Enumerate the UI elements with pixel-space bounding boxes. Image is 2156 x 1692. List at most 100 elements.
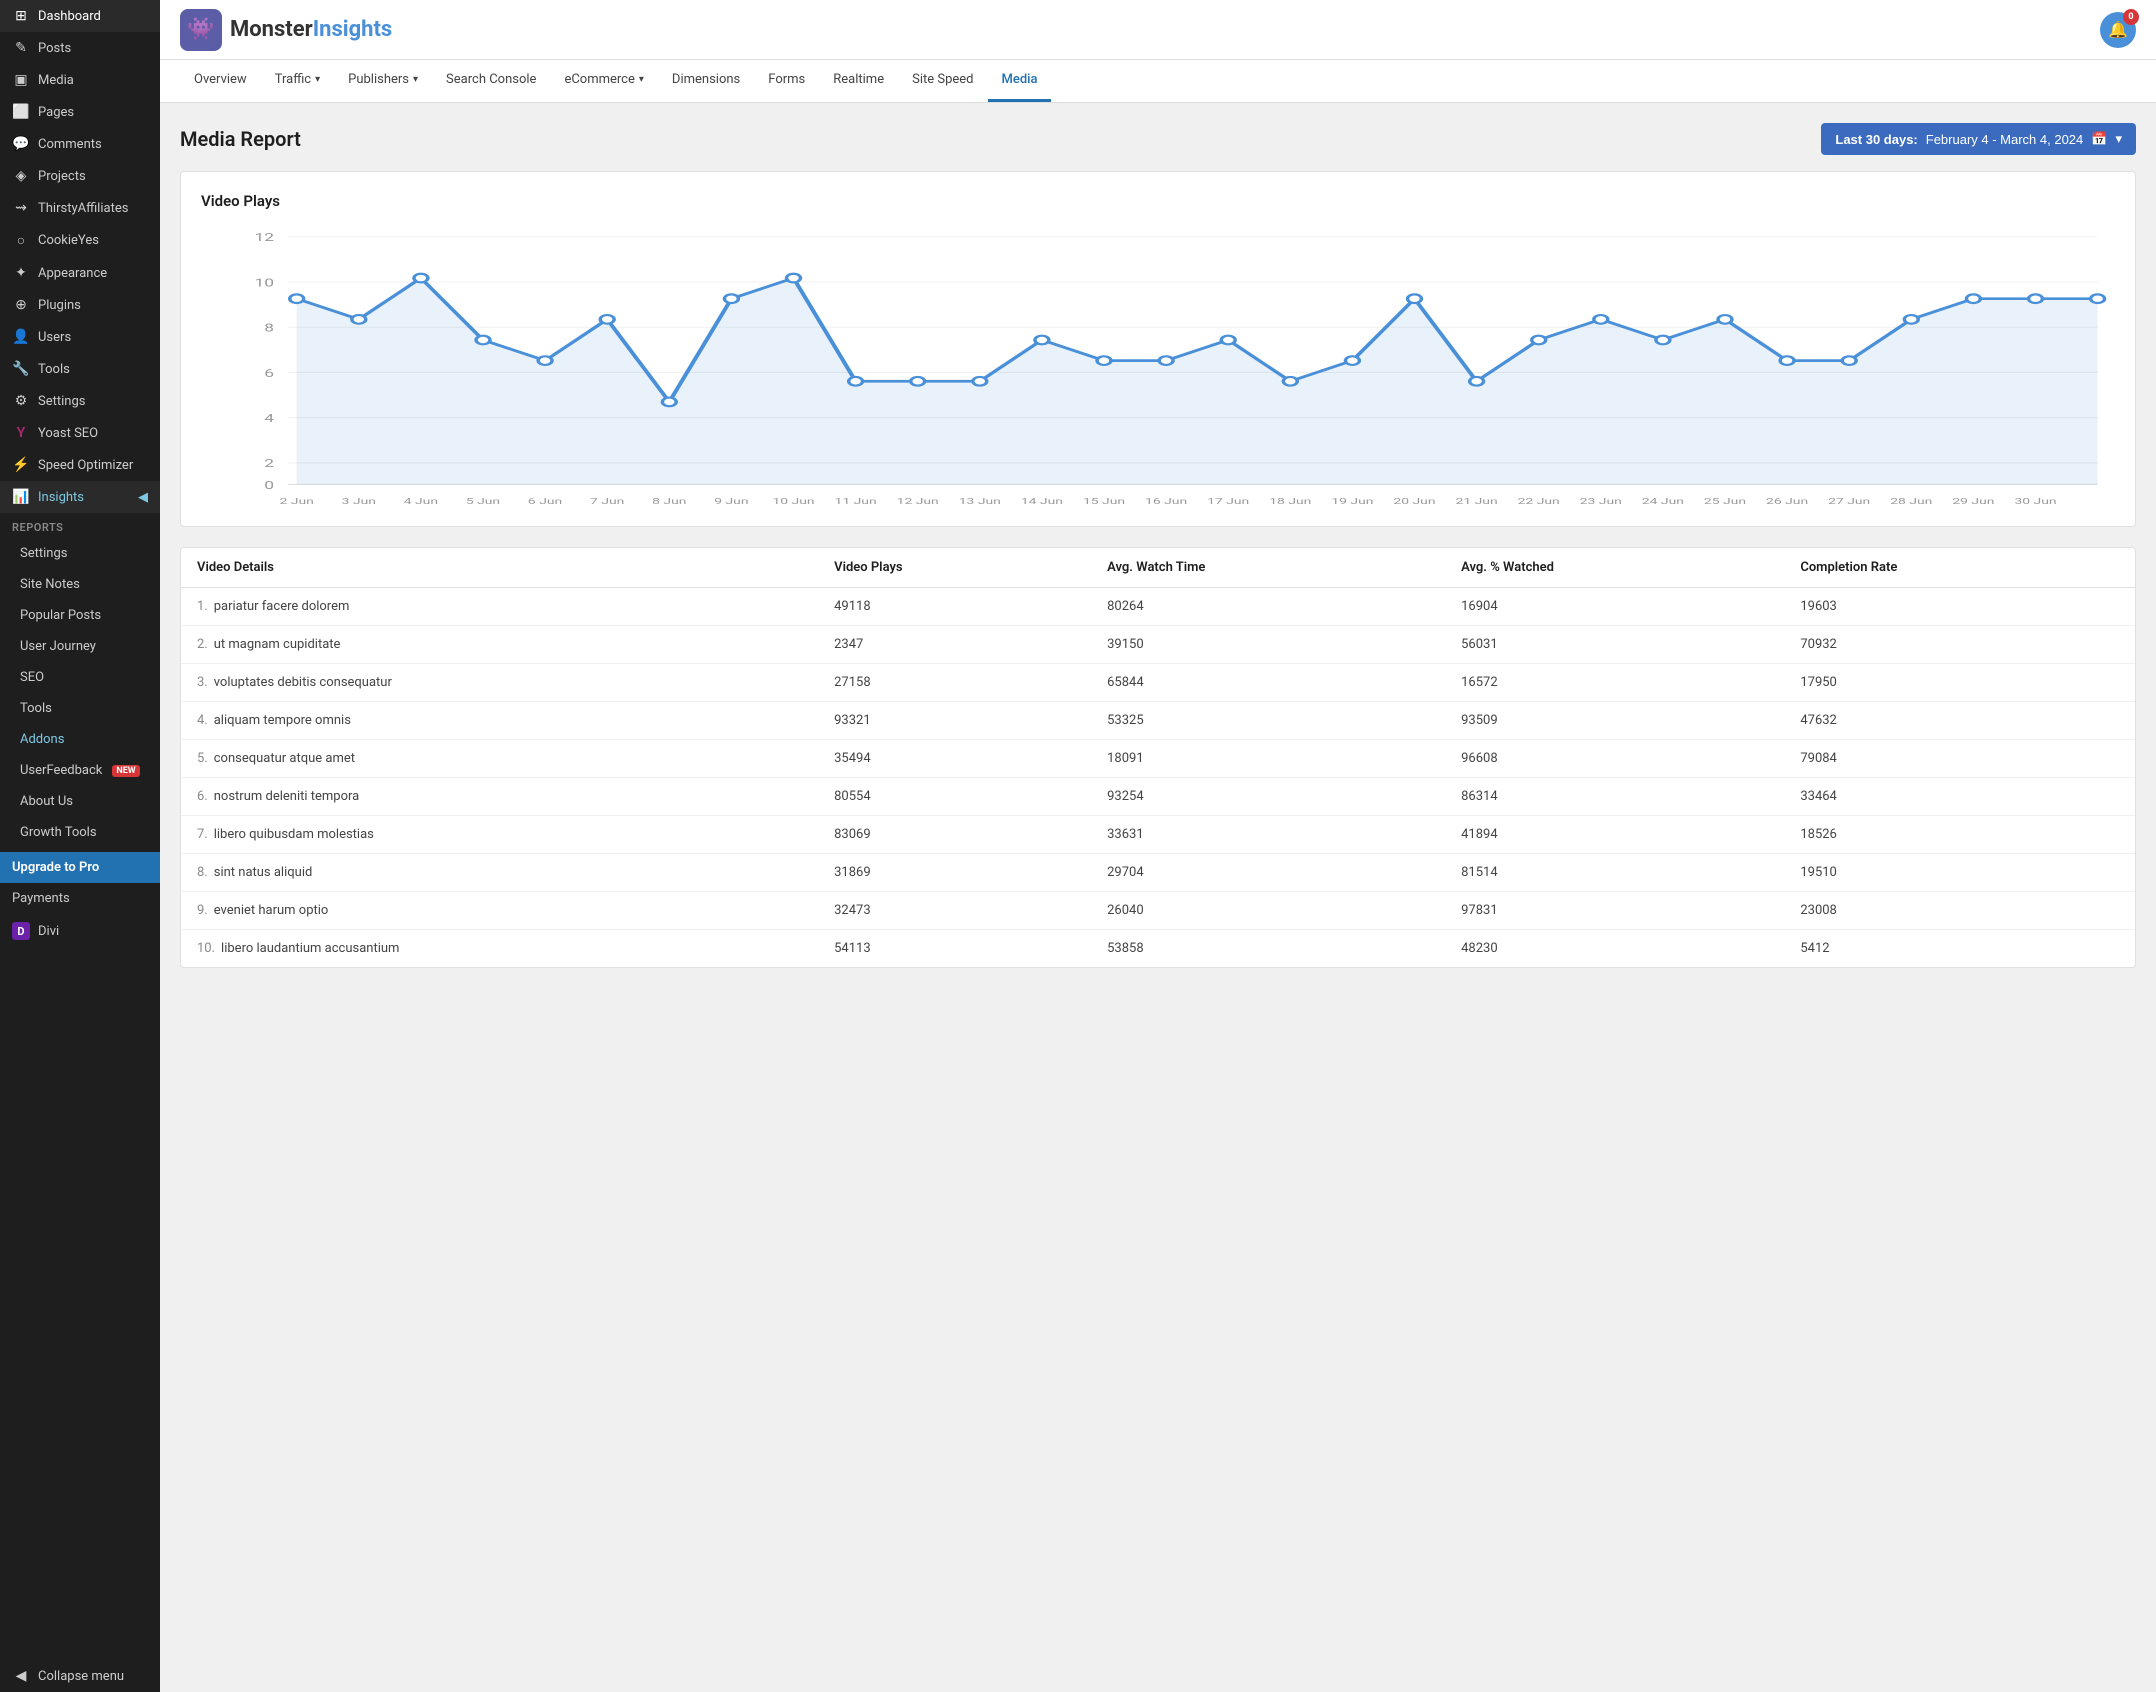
svg-text:4: 4 bbox=[264, 412, 274, 425]
sidebar-item-speedoptimizer[interactable]: ⚡ Speed Optimizer bbox=[0, 449, 160, 481]
sidebar-item-yoastseo[interactable]: Y Yoast SEO bbox=[0, 417, 160, 449]
cell-plays-6: 83069 bbox=[818, 816, 1091, 854]
sidebar-item-userfeedback[interactable]: UserFeedback NEW bbox=[0, 755, 160, 786]
svg-text:14 Jun: 14 Jun bbox=[1021, 496, 1063, 506]
sidebar-item-cookieyes[interactable]: ○ CookieYes bbox=[0, 224, 160, 257]
tab-sitespeed[interactable]: Site Speed bbox=[898, 60, 987, 102]
cell-completion-3: 47632 bbox=[1784, 702, 2135, 740]
cell-pctwatched-9: 48230 bbox=[1445, 930, 1784, 968]
sidebar-item-growthtools[interactable]: Growth Tools bbox=[0, 817, 160, 848]
collapse-menu-button[interactable]: ◀ Collapse menu bbox=[0, 1660, 160, 1692]
tab-overview[interactable]: Overview bbox=[180, 60, 261, 102]
sidebar-item-media[interactable]: ▣ Media bbox=[0, 64, 160, 96]
svg-text:10 Jun: 10 Jun bbox=[772, 496, 814, 506]
cell-completion-4: 79084 bbox=[1784, 740, 2135, 778]
cell-completion-8: 23008 bbox=[1784, 892, 2135, 930]
svg-text:8: 8 bbox=[264, 322, 274, 335]
sidebar-item-sitenotes[interactable]: Site Notes bbox=[0, 569, 160, 600]
yoastseo-icon: Y bbox=[12, 425, 30, 441]
cell-completion-0: 19603 bbox=[1784, 588, 2135, 626]
insights-arrow-icon: ◀ bbox=[138, 490, 148, 505]
sidebar-item-pages[interactable]: ⬜ Pages bbox=[0, 96, 160, 128]
svg-text:5 Jun: 5 Jun bbox=[466, 496, 500, 506]
cell-detail-5: 6. nostrum deleniti tempora bbox=[181, 778, 818, 816]
appearance-icon: ✦ bbox=[12, 265, 30, 281]
speedoptimizer-icon: ⚡ bbox=[12, 457, 30, 473]
svg-text:2: 2 bbox=[264, 458, 274, 471]
sidebar-item-comments[interactable]: 💬 Comments bbox=[0, 128, 160, 160]
sidebar-item-report-tools[interactable]: Tools bbox=[0, 693, 160, 724]
svg-text:15 Jun: 15 Jun bbox=[1083, 496, 1125, 506]
video-plays-chart: 12 10 8 6 4 2 0 2 Jun3 Jun4 Jun5 Jun6 Ju… bbox=[201, 226, 2115, 506]
cell-detail-0: 1. pariatur facere dolorem bbox=[181, 588, 818, 626]
sidebar-item-userjourney[interactable]: User Journey bbox=[0, 631, 160, 662]
svg-text:21 Jun: 21 Jun bbox=[1456, 496, 1498, 506]
tab-forms[interactable]: Forms bbox=[754, 60, 819, 102]
col-video-plays: Video Plays bbox=[818, 548, 1091, 588]
sidebar-item-divi[interactable]: D Divi bbox=[0, 914, 160, 948]
sidebar: ⊞ Dashboard ✎ Posts ▣ Media ⬜ Pages 💬 Co… bbox=[0, 0, 160, 1692]
chart-card: Video Plays 12 10 8 6 4 bbox=[180, 171, 2136, 527]
sidebar-item-thirstyaffiliates[interactable]: ⇝ ThirstyAffiliates bbox=[0, 192, 160, 224]
sidebar-item-report-settings[interactable]: Settings bbox=[0, 538, 160, 569]
sidebar-item-payments[interactable]: Payments bbox=[0, 883, 160, 914]
svg-text:8 Jun: 8 Jun bbox=[652, 496, 686, 506]
tab-realtime[interactable]: Realtime bbox=[819, 60, 898, 102]
sidebar-item-appearance[interactable]: ✦ Appearance bbox=[0, 257, 160, 289]
cell-completion-5: 33464 bbox=[1784, 778, 2135, 816]
users-icon: 👤 bbox=[12, 329, 30, 345]
pages-icon: ⬜ bbox=[12, 104, 30, 120]
svg-text:10: 10 bbox=[255, 277, 275, 290]
cell-detail-6: 7. libero quibusdam molestias bbox=[181, 816, 818, 854]
nav-tabs: Overview Traffic ▾ Publishers ▾ Search C… bbox=[160, 60, 2156, 103]
notification-bell[interactable]: 🔔 0 bbox=[2100, 12, 2136, 48]
svg-text:17 Jun: 17 Jun bbox=[1207, 496, 1249, 506]
sidebar-item-insights[interactable]: 📊 Insights ◀ bbox=[0, 481, 160, 513]
cell-plays-2: 27158 bbox=[818, 664, 1091, 702]
sidebar-item-projects[interactable]: ◈ Projects bbox=[0, 160, 160, 192]
cookieyes-icon: ○ bbox=[12, 232, 30, 249]
report-header: Media Report Last 30 days: February 4 - … bbox=[180, 123, 2136, 155]
sidebar-item-settings[interactable]: ⚙ Settings bbox=[0, 385, 160, 417]
calendar-icon: 📅 bbox=[2091, 131, 2107, 147]
sidebar-item-addons[interactable]: Addons bbox=[0, 724, 160, 755]
cell-detail-8: 9. eveniet harum optio bbox=[181, 892, 818, 930]
logo: 👾 MonsterInsights bbox=[180, 9, 392, 51]
tab-searchconsole[interactable]: Search Console bbox=[432, 60, 550, 102]
tab-dimensions[interactable]: Dimensions bbox=[658, 60, 754, 102]
tools-icon: 🔧 bbox=[12, 361, 30, 377]
svg-text:9 Jun: 9 Jun bbox=[714, 496, 748, 506]
publishers-caret-icon: ▾ bbox=[413, 74, 418, 85]
tab-media[interactable]: Media bbox=[988, 60, 1052, 102]
tab-ecommerce[interactable]: eCommerce ▾ bbox=[550, 60, 657, 102]
sidebar-item-plugins[interactable]: ⊕ Plugins bbox=[0, 289, 160, 321]
date-range-button[interactable]: Last 30 days: February 4 - March 4, 2024… bbox=[1821, 123, 2136, 155]
svg-text:7 Jun: 7 Jun bbox=[590, 496, 624, 506]
cell-detail-2: 3. voluptates debitis consequatur bbox=[181, 664, 818, 702]
cell-detail-1: 2. ut magnam cupiditate bbox=[181, 626, 818, 664]
tab-publishers[interactable]: Publishers ▾ bbox=[334, 60, 432, 102]
comments-icon: 💬 bbox=[12, 136, 30, 152]
posts-icon: ✎ bbox=[12, 40, 30, 56]
data-table: Video Details Video Plays Avg. Watch Tim… bbox=[181, 548, 2135, 967]
sidebar-item-dashboard[interactable]: ⊞ Dashboard bbox=[0, 0, 160, 32]
sidebar-item-posts[interactable]: ✎ Posts bbox=[0, 32, 160, 64]
upgrade-to-pro-button[interactable]: Upgrade to Pro bbox=[0, 852, 160, 883]
chart-container: 12 10 8 6 4 2 0 2 Jun3 Jun4 Jun5 Jun6 Ju… bbox=[201, 226, 2115, 506]
tab-traffic[interactable]: Traffic ▾ bbox=[261, 60, 334, 102]
svg-text:26 Jun: 26 Jun bbox=[1766, 496, 1808, 506]
sidebar-item-popularposts[interactable]: Popular Posts bbox=[0, 600, 160, 631]
table-card: Video Details Video Plays Avg. Watch Tim… bbox=[180, 547, 2136, 968]
cell-detail-7: 8. sint natus aliquid bbox=[181, 854, 818, 892]
col-completion-rate: Completion Rate bbox=[1784, 548, 2135, 588]
col-avg-pct-watched: Avg. % Watched bbox=[1445, 548, 1784, 588]
svg-text:12: 12 bbox=[255, 231, 275, 244]
sidebar-item-users[interactable]: 👤 Users bbox=[0, 321, 160, 353]
sidebar-item-tools[interactable]: 🔧 Tools bbox=[0, 353, 160, 385]
sidebar-item-aboutus[interactable]: About Us bbox=[0, 786, 160, 817]
svg-text:20 Jun: 20 Jun bbox=[1393, 496, 1435, 506]
cell-detail-3: 4. aliquam tempore omnis bbox=[181, 702, 818, 740]
sidebar-item-seo[interactable]: SEO bbox=[0, 662, 160, 693]
svg-text:19 Jun: 19 Jun bbox=[1331, 496, 1373, 506]
report-title: Media Report bbox=[180, 127, 301, 151]
